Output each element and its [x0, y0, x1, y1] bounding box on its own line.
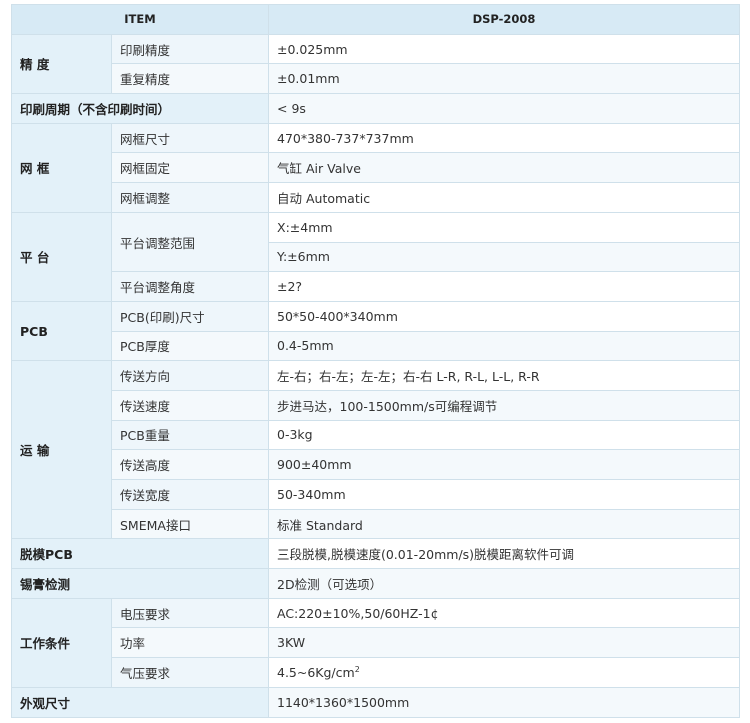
category-cycle: 印刷周期（不含印刷时间）: [11, 93, 269, 124]
row-label: PCB厚度: [111, 330, 269, 362]
air-pressure-value: 4.5~6Kg/cm: [277, 664, 355, 680]
table-header-row: ITEM DSP-2008: [11, 4, 740, 35]
row-value: 470*380-737*737mm: [268, 122, 740, 154]
row-value: ±2?: [268, 271, 740, 302]
table-row: PCB PCB(印刷)尺寸 50*50-400*340mm: [11, 300, 740, 362]
category-platform: 平 台: [11, 211, 112, 302]
row-label: 电压要求: [111, 597, 269, 629]
row-value: 1140*1360*1500mm: [268, 686, 740, 718]
row-label: PCB重量: [111, 419, 269, 451]
table-row: 锡膏检测 2D检测（可选项）: [11, 568, 740, 599]
row-value: X:±4mm: [268, 211, 740, 243]
row-value: 自动 Automatic: [268, 182, 740, 213]
row-value: 4.5~6Kg/cm2: [268, 657, 740, 688]
row-label: 气压要求: [111, 657, 269, 688]
table-row: 网框固定 气缸 Air Valve: [12, 152, 740, 184]
row-value: 0.4-5mm: [268, 330, 740, 362]
row-value: 三段脱模,脱模速度(0.01-20mm/s)脱模距离软件可调: [268, 538, 740, 570]
table-row: 网 框 网框尺寸 470*380-737*737mm: [11, 122, 740, 213]
row-value: 0-3kg: [268, 419, 740, 451]
table-row: 运 输 传送方向 左-右；右-左；左-左；右-右 L-R, R-L, L-L, …: [11, 360, 740, 540]
superscript-exponent: 2: [354, 664, 360, 674]
row-value: ±0.01mm: [268, 63, 740, 95]
row-value: 2D检测（可选项）: [268, 568, 740, 599]
row-value: ±0.025mm: [268, 33, 740, 65]
row-label: 网框固定: [111, 152, 269, 184]
table-row: 印刷周期（不含印刷时间） < 9s: [11, 93, 740, 124]
row-label: 传送宽度: [111, 479, 269, 510]
row-label: 功率: [111, 627, 269, 659]
row-value: 步进马达，100-1500mm/s可编程调节: [268, 389, 740, 421]
row-value: < 9s: [268, 93, 740, 124]
category-stencil: 网 框: [11, 122, 112, 213]
row-value: 50-340mm: [268, 479, 740, 510]
table-row: 精 度 印刷精度 ±0.025mm: [11, 33, 740, 95]
table-row: 工作条件 电压要求 AC:220±10%,50/60HZ-1¢: [11, 597, 740, 688]
table-row: 平台调整角度 ±2?: [12, 271, 740, 302]
table-row: 传送宽度 50-340mm: [12, 479, 740, 510]
header-model: DSP-2008: [268, 4, 740, 35]
category-demold: 脱模PCB: [11, 538, 269, 570]
row-label: 网框调整: [111, 182, 269, 213]
row-value: 标准 Standard: [268, 508, 740, 540]
row-label: 重复精度: [111, 63, 269, 95]
row-value: 3KW: [268, 627, 740, 659]
category-working-conditions: 工作条件: [11, 597, 112, 688]
table-row: 重复精度 ±0.01mm: [12, 63, 740, 95]
table-row: PCB厚度 0.4-5mm: [12, 330, 740, 362]
row-value: AC:220±10%,50/60HZ-1¢: [268, 597, 740, 629]
row-label: 平台调整角度: [111, 271, 269, 302]
row-value: 气缸 Air Valve: [268, 152, 740, 184]
row-label: 网框尺寸: [111, 122, 269, 154]
row-value: Y:±6mm: [268, 241, 740, 273]
table-row: 网框调整 自动 Automatic: [12, 182, 740, 213]
row-value: 900±40mm: [268, 449, 740, 480]
row-value: 50*50-400*340mm: [268, 300, 740, 332]
spec-table: ITEM DSP-2008 精 度 印刷精度 ±0.025mm 重复精度 ±0.…: [11, 4, 740, 718]
row-label: 传送高度: [111, 449, 269, 480]
header-item: ITEM: [11, 4, 269, 35]
spec-table-container: ITEM DSP-2008 精 度 印刷精度 ±0.025mm 重复精度 ±0.…: [11, 4, 740, 718]
row-value: 左-右；右-左；左-左；右-右 L-R, R-L, L-L, R-R: [268, 360, 740, 391]
table-row: 脱模PCB 三段脱模,脱模速度(0.01-20mm/s)脱模距离软件可调: [11, 538, 740, 570]
table-row: 气压要求 4.5~6Kg/cm2: [12, 657, 740, 688]
table-row: 传送高度 900±40mm: [12, 449, 740, 480]
row-label: PCB(印刷)尺寸: [111, 300, 269, 332]
row-label: 传送方向: [111, 360, 269, 391]
table-row: 外观尺寸 1140*1360*1500mm: [11, 686, 740, 718]
table-row: 传送速度 步进马达，100-1500mm/s可编程调节: [12, 389, 740, 421]
table-row: SMEMA接口 标准 Standard: [12, 508, 740, 540]
category-solder-inspection: 锡膏检测: [11, 568, 269, 599]
table-row: 平 台 平台调整范围 X:±4mm: [11, 211, 740, 302]
row-label: 传送速度: [111, 389, 269, 421]
category-dimension: 外观尺寸: [11, 686, 269, 718]
table-row: PCB重量 0-3kg: [12, 419, 740, 451]
category-transport: 运 输: [11, 360, 112, 540]
category-precision: 精 度: [11, 33, 112, 95]
row-label: 印刷精度: [111, 33, 269, 65]
row-label: SMEMA接口: [111, 508, 269, 540]
category-pcb: PCB: [11, 300, 112, 362]
table-row: 功率 3KW: [12, 627, 740, 659]
row-label: 平台调整范围: [111, 211, 269, 273]
